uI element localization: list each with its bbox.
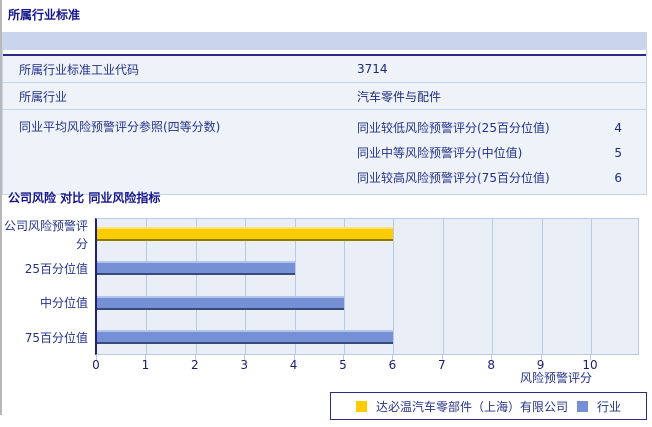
quartile-median-label: 同业中等风险预警评分(中位值): [357, 146, 523, 160]
gridline: [393, 219, 395, 354]
bar-industry: [97, 261, 295, 276]
chart-x-axis-label: 风险预警评分: [519, 371, 592, 385]
table-row: 所属行业 汽车零件与配件: [3, 83, 646, 110]
x-tick-label: 5: [339, 358, 347, 372]
x-tick-label: 1: [141, 358, 150, 372]
quartile-low-label: 同业较低风险预警评分(25百分位值): [357, 121, 550, 135]
row-label-quartile-reference: 同业平均风险预警评分参照(四等分数): [19, 120, 221, 134]
category-label: 25百分位值: [24, 262, 88, 277]
x-tick-label: 4: [289, 358, 298, 372]
table-row-quartile-group: 同业平均风险预警评分参照(四等分数) 同业较低风险预警评分(25百分位值) 4 …: [3, 110, 646, 194]
quartile-high-value: 6: [614, 170, 622, 185]
quartile-row-median: 同业中等风险预警评分(中位值) 5: [357, 140, 622, 165]
x-tick-label: 0: [92, 358, 100, 372]
quartile-low-value: 4: [614, 120, 622, 135]
industry-standard-table: 所属行业标准工业代码 3714 所属行业 汽车零件与配件 同业平均风险预警评分参…: [2, 32, 647, 195]
report-page: 所属行业标准 所属行业标准工业代码 3714 所属行业 汽车零件与配件 同业平均…: [0, 0, 652, 427]
chart-legend: 达必温汽车零部件（上海）有限公司 行业: [330, 392, 647, 420]
section-title-industry-standard: 所属行业标准: [8, 8, 81, 22]
gridline: [442, 219, 444, 354]
row-value-industry: 汽车零件与配件: [357, 89, 442, 104]
category-label: 中分位值: [39, 296, 88, 311]
x-tick-label: 3: [240, 358, 248, 372]
gridline: [492, 219, 494, 354]
quartile-row-low: 同业较低风险预警评分(25百分位值) 4: [357, 115, 622, 140]
row-label-sic-code: 所属行业标准工业代码: [19, 62, 140, 77]
chart-plot-area: [95, 218, 639, 355]
quartile-high-label: 同业较高风险预警评分(75百分位值): [357, 171, 550, 185]
legend-label-company: 达必温汽车零部件（上海）有限公司: [375, 399, 568, 414]
section-title-risk-comparison: 公司风险 对比 同业风险指标: [8, 191, 161, 205]
legend-swatch-industry-icon: [577, 400, 588, 412]
category-label: 75百分位值: [24, 330, 88, 345]
bar-industry: [97, 295, 344, 310]
table-row: 所属行业标准工业代码 3714: [3, 56, 646, 83]
bar-company: [97, 227, 394, 241]
row-label-industry: 所属行业: [19, 89, 68, 104]
gridline: [541, 219, 543, 354]
quartile-median-value: 5: [614, 145, 622, 160]
legend-label-industry: 行业: [597, 399, 622, 414]
row-value-sic-code: 3714: [357, 62, 388, 76]
quartile-row-high: 同业较高风险预警评分(75百分位值) 6: [357, 165, 622, 190]
quartile-subrows: 同业较低风险预警评分(25百分位值) 4 同业中等风险预警评分(中位值) 5 同…: [357, 115, 646, 190]
x-tick-label: 2: [190, 358, 199, 372]
legend-swatch-company-icon: [355, 400, 367, 412]
gridline: [591, 219, 592, 354]
bar-industry: [97, 329, 394, 344]
category-label: 公司风险预警评分: [3, 218, 88, 252]
table-header-band: [3, 32, 646, 50]
